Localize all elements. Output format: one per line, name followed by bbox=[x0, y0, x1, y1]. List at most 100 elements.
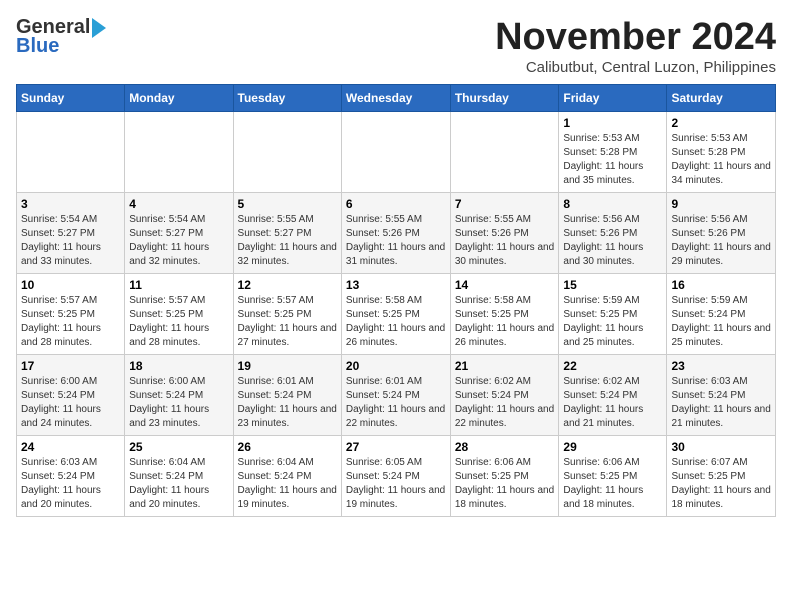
day-detail: Sunrise: 6:01 AM Sunset: 5:24 PM Dayligh… bbox=[346, 375, 446, 431]
col-sunday: Sunday bbox=[17, 85, 125, 112]
calendar-day: 27 Sunrise: 6:05 AM Sunset: 5:24 PM Dayli… bbox=[341, 436, 450, 517]
calendar-day: 10 Sunrise: 5:57 AM Sunset: 5:25 PM Dayli… bbox=[17, 274, 125, 355]
day-number: 29 bbox=[563, 440, 662, 454]
calendar-day bbox=[233, 112, 341, 193]
col-thursday: Thursday bbox=[450, 85, 559, 112]
day-detail: Sunrise: 6:01 AM Sunset: 5:24 PM Dayligh… bbox=[238, 375, 337, 431]
logo-blue: Blue bbox=[16, 35, 59, 58]
day-detail: Sunrise: 5:57 AM Sunset: 5:25 PM Dayligh… bbox=[21, 294, 120, 350]
calendar-day: 26Sunrise: 6:04 AM Sunset: 5:24 PM Dayli… bbox=[233, 436, 341, 517]
day-detail: Sunrise: 5:59 AM Sunset: 5:24 PM Dayligh… bbox=[671, 294, 771, 350]
calendar-day: 8 Sunrise: 5:56 AM Sunset: 5:26 PM Daylig… bbox=[559, 193, 667, 274]
day-detail: Sunrise: 6:00 AM Sunset: 5:24 PM Dayligh… bbox=[129, 375, 228, 431]
day-number: 7 bbox=[455, 197, 555, 211]
day-detail: Sunrise: 6:04 AM Sunset: 5:24 PM Dayligh… bbox=[238, 456, 337, 512]
day-detail: Sunrise: 5:58 AM Sunset: 5:25 PM Dayligh… bbox=[346, 294, 446, 350]
calendar-day: 20 Sunrise: 6:01 AM Sunset: 5:24 PM Dayli… bbox=[341, 355, 450, 436]
day-detail: Sunrise: 6:04 AM Sunset: 5:24 PM Dayligh… bbox=[129, 456, 228, 512]
calendar-day: 15 Sunrise: 5:59 AM Sunset: 5:25 PM Dayli… bbox=[559, 274, 667, 355]
calendar-day: 4Sunrise: 5:54 AM Sunset: 5:27 PM Daylig… bbox=[125, 193, 233, 274]
calendar-day: 23Sunrise: 6:03 AM Sunset: 5:24 PM Dayli… bbox=[667, 355, 776, 436]
day-detail: Sunrise: 6:07 AM Sunset: 5:25 PM Dayligh… bbox=[671, 456, 771, 512]
day-detail: Sunrise: 5:55 AM Sunset: 5:26 PM Dayligh… bbox=[455, 213, 555, 269]
day-detail: Sunrise: 6:06 AM Sunset: 5:25 PM Dayligh… bbox=[455, 456, 555, 512]
day-number: 11 bbox=[129, 278, 228, 292]
day-detail: Sunrise: 5:56 AM Sunset: 5:26 PM Dayligh… bbox=[563, 213, 662, 269]
calendar-day: 9 Sunrise: 5:56 AM Sunset: 5:26 PM Daylig… bbox=[667, 193, 776, 274]
day-number: 5 bbox=[238, 197, 337, 211]
col-monday: Monday bbox=[125, 85, 233, 112]
day-detail: Sunrise: 5:59 AM Sunset: 5:25 PM Dayligh… bbox=[563, 294, 662, 350]
col-saturday: Saturday bbox=[667, 85, 776, 112]
day-detail: Sunrise: 5:53 AM Sunset: 5:28 PM Dayligh… bbox=[671, 132, 771, 188]
calendar-day: 7 Sunrise: 5:55 AM Sunset: 5:26 PM Daylig… bbox=[450, 193, 559, 274]
day-number: 9 bbox=[671, 197, 771, 211]
day-detail: Sunrise: 5:57 AM Sunset: 5:25 PM Dayligh… bbox=[238, 294, 337, 350]
calendar-day: 22 Sunrise: 6:02 AM Sunset: 5:24 PM Dayli… bbox=[559, 355, 667, 436]
calendar-day: 17 Sunrise: 6:00 AM Sunset: 5:24 PM Dayli… bbox=[17, 355, 125, 436]
calendar-day: 14 Sunrise: 5:58 AM Sunset: 5:25 PM Dayli… bbox=[450, 274, 559, 355]
calendar-week-2: 3 Sunrise: 5:54 AM Sunset: 5:27 PM Daylig… bbox=[17, 193, 776, 274]
day-number: 22 bbox=[563, 359, 662, 373]
day-detail: Sunrise: 6:00 AM Sunset: 5:24 PM Dayligh… bbox=[21, 375, 120, 431]
day-detail: Sunrise: 5:54 AM Sunset: 5:27 PM Dayligh… bbox=[21, 213, 120, 269]
day-number: 27 bbox=[346, 440, 446, 454]
day-number: 30 bbox=[671, 440, 771, 454]
calendar-day: 19 Sunrise: 6:01 AM Sunset: 5:24 PM Dayli… bbox=[233, 355, 341, 436]
day-number: 25 bbox=[129, 440, 228, 454]
calendar-day: 30 Sunrise: 6:07 AM Sunset: 5:25 PM Dayli… bbox=[667, 436, 776, 517]
day-number: 3 bbox=[21, 197, 120, 211]
calendar-day: 13 Sunrise: 5:58 AM Sunset: 5:25 PM Dayli… bbox=[341, 274, 450, 355]
day-detail: Sunrise: 6:02 AM Sunset: 5:24 PM Dayligh… bbox=[455, 375, 555, 431]
calendar-day: 29 Sunrise: 6:06 AM Sunset: 5:25 PM Dayli… bbox=[559, 436, 667, 517]
calendar-day: 12 Sunrise: 5:57 AM Sunset: 5:25 PM Dayli… bbox=[233, 274, 341, 355]
day-detail: Sunrise: 5:56 AM Sunset: 5:26 PM Dayligh… bbox=[671, 213, 771, 269]
month-title: November 2024 bbox=[495, 16, 776, 59]
calendar-day: 6Sunrise: 5:55 AM Sunset: 5:26 PM Daylig… bbox=[341, 193, 450, 274]
calendar-day: 5 Sunrise: 5:55 AM Sunset: 5:27 PM Daylig… bbox=[233, 193, 341, 274]
calendar-day: 25 Sunrise: 6:04 AM Sunset: 5:24 PM Dayli… bbox=[125, 436, 233, 517]
day-detail: Sunrise: 6:05 AM Sunset: 5:24 PM Dayligh… bbox=[346, 456, 446, 512]
day-number: 8 bbox=[563, 197, 662, 211]
calendar-day: 3 Sunrise: 5:54 AM Sunset: 5:27 PM Daylig… bbox=[17, 193, 125, 274]
calendar-day: 1Sunrise: 5:53 AM Sunset: 5:28 PM Daylig… bbox=[559, 112, 667, 193]
calendar-day bbox=[341, 112, 450, 193]
col-tuesday: Tuesday bbox=[233, 85, 341, 112]
day-number: 28 bbox=[455, 440, 555, 454]
day-detail: Sunrise: 5:58 AM Sunset: 5:25 PM Dayligh… bbox=[455, 294, 555, 350]
day-number: 6 bbox=[346, 197, 446, 211]
day-number: 18 bbox=[129, 359, 228, 373]
day-number: 15 bbox=[563, 278, 662, 292]
calendar-body: 1Sunrise: 5:53 AM Sunset: 5:28 PM Daylig… bbox=[17, 112, 776, 517]
calendar-header: Sunday Monday Tuesday Wednesday Thursday… bbox=[17, 85, 776, 112]
day-number: 17 bbox=[21, 359, 120, 373]
day-number: 13 bbox=[346, 278, 446, 292]
calendar-day: 11Sunrise: 5:57 AM Sunset: 5:25 PM Dayli… bbox=[125, 274, 233, 355]
calendar-day bbox=[125, 112, 233, 193]
day-number: 20 bbox=[346, 359, 446, 373]
col-wednesday: Wednesday bbox=[341, 85, 450, 112]
calendar-week-5: 24Sunrise: 6:03 AM Sunset: 5:24 PM Dayli… bbox=[17, 436, 776, 517]
calendar-table: Sunday Monday Tuesday Wednesday Thursday… bbox=[16, 84, 776, 517]
day-number: 14 bbox=[455, 278, 555, 292]
calendar-day: 21Sunrise: 6:02 AM Sunset: 5:24 PM Dayli… bbox=[450, 355, 559, 436]
day-detail: Sunrise: 6:03 AM Sunset: 5:24 PM Dayligh… bbox=[671, 375, 771, 431]
title-block: November 2024 Calibutbut, Central Luzon,… bbox=[495, 16, 776, 76]
day-number: 10 bbox=[21, 278, 120, 292]
day-detail: Sunrise: 5:53 AM Sunset: 5:28 PM Dayligh… bbox=[563, 132, 662, 188]
calendar-day bbox=[17, 112, 125, 193]
day-number: 12 bbox=[238, 278, 337, 292]
calendar-week-3: 10 Sunrise: 5:57 AM Sunset: 5:25 PM Dayli… bbox=[17, 274, 776, 355]
day-detail: Sunrise: 6:02 AM Sunset: 5:24 PM Dayligh… bbox=[563, 375, 662, 431]
day-detail: Sunrise: 5:55 AM Sunset: 5:27 PM Dayligh… bbox=[238, 213, 337, 269]
day-number: 16 bbox=[671, 278, 771, 292]
calendar-day: 2Sunrise: 5:53 AM Sunset: 5:28 PM Daylig… bbox=[667, 112, 776, 193]
calendar-day: 18 Sunrise: 6:00 AM Sunset: 5:24 PM Dayli… bbox=[125, 355, 233, 436]
calendar-day bbox=[450, 112, 559, 193]
day-detail: Sunrise: 6:06 AM Sunset: 5:25 PM Dayligh… bbox=[563, 456, 662, 512]
col-friday: Friday bbox=[559, 85, 667, 112]
day-number: 19 bbox=[238, 359, 337, 373]
page-header: General Blue November 2024 Calibutbut, C… bbox=[16, 16, 776, 76]
calendar-day: 24Sunrise: 6:03 AM Sunset: 5:24 PM Dayli… bbox=[17, 436, 125, 517]
calendar-week-4: 17 Sunrise: 6:00 AM Sunset: 5:24 PM Dayli… bbox=[17, 355, 776, 436]
